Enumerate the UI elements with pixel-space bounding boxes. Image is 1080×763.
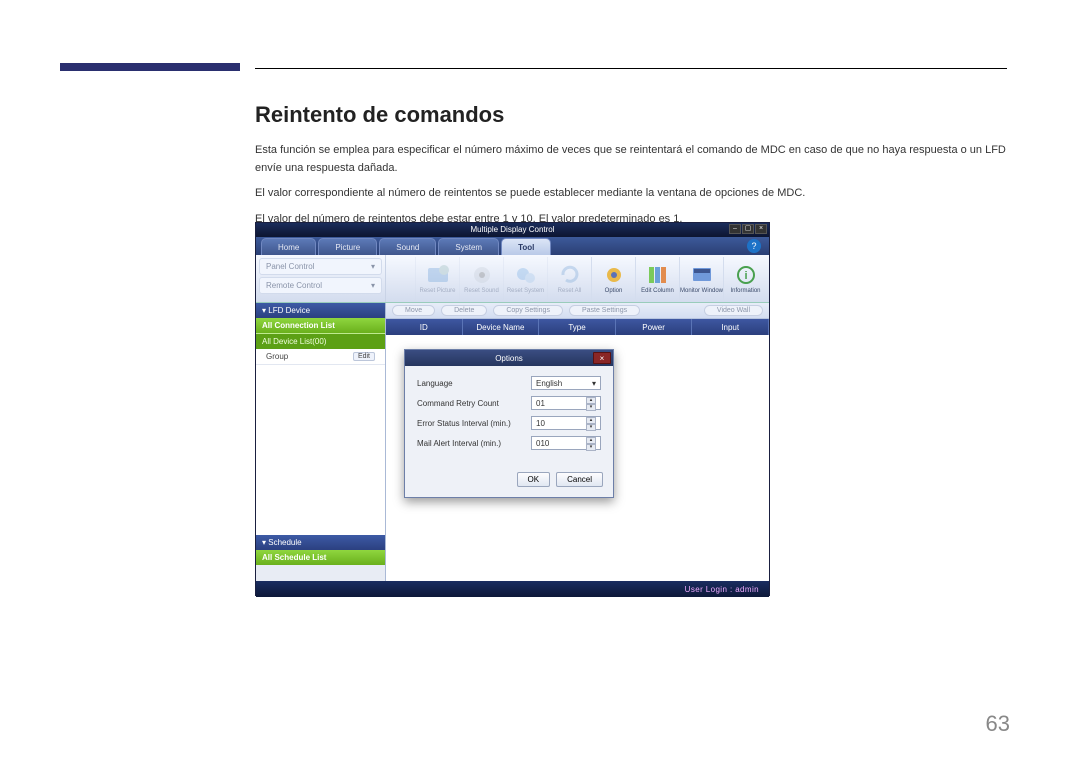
tool-option-label: Option (605, 288, 623, 294)
nav-all-schedule-list[interactable]: All Schedule List (256, 550, 385, 565)
spinner-up-icon[interactable]: ▴ (586, 397, 596, 404)
tool-reset-picture[interactable]: Reset Picture (415, 257, 459, 301)
nav-group-label: Group (266, 352, 288, 361)
tool-reset-sound[interactable]: Reset Sound (459, 257, 503, 301)
dialog-cancel-button[interactable]: Cancel (556, 472, 603, 487)
svg-text:i: i (744, 270, 747, 282)
mail-alert-interval-label: Mail Alert Interval (min.) (417, 439, 501, 448)
info-icon: i (734, 264, 758, 286)
nav-schedule-label: Schedule (268, 538, 301, 547)
tool-reset-all[interactable]: Reset All (547, 257, 591, 301)
error-status-interval-label: Error Status Interval (min.) (417, 419, 511, 428)
group-edit-button[interactable]: Edit (353, 352, 375, 361)
spinner-down-icon[interactable]: ▾ (586, 424, 596, 431)
status-bar: User Login : admin (256, 581, 769, 597)
tool-reset-picture-label: Reset Picture (419, 288, 455, 294)
side-remote-control-label: Remote Control (266, 281, 322, 290)
page-title: Reintento de comandos (255, 102, 1007, 128)
reset-sound-icon (470, 264, 494, 286)
nav-lfd-device-label: LFD Device (268, 306, 310, 315)
tab-system[interactable]: System (438, 238, 499, 255)
device-table-header: ID Device Name Type Power Input (386, 319, 769, 335)
pill-paste-settings[interactable]: Paste Settings (569, 305, 640, 316)
gear-icon (602, 264, 626, 286)
reset-system-icon (514, 264, 538, 286)
side-panel-control[interactable]: Panel Control ▾ (259, 258, 382, 275)
col-type[interactable]: Type (539, 319, 616, 335)
spinner-down-icon[interactable]: ▾ (586, 444, 596, 451)
window-close-button[interactable]: × (755, 224, 767, 234)
nav-empty-area (256, 365, 385, 535)
side-panel-control-label: Panel Control (266, 262, 314, 271)
columns-icon (646, 264, 670, 286)
mail-alert-interval-spinner[interactable]: 010 ▴▾ (531, 436, 601, 450)
tool-reset-all-label: Reset All (558, 288, 582, 294)
page-number: 63 (986, 711, 1010, 737)
mail-alert-interval-value: 010 (536, 439, 549, 448)
language-select[interactable]: English ▾ (531, 376, 601, 390)
spinner-down-icon[interactable]: ▾ (586, 404, 596, 411)
pill-delete[interactable]: Delete (441, 305, 487, 316)
monitor-icon (690, 264, 714, 286)
tool-reset-system[interactable]: Reset System (503, 257, 547, 301)
col-id[interactable]: ID (386, 319, 463, 335)
tool-edit-column-label: Edit Column (641, 288, 674, 294)
col-device-name[interactable]: Device Name (463, 319, 540, 335)
tool-reset-system-label: Reset System (507, 288, 544, 294)
window-minimize-button[interactable]: – (729, 224, 741, 234)
status-user-login: User Login : admin (685, 585, 759, 594)
error-status-interval-value: 10 (536, 419, 545, 428)
options-dialog-titlebar: Options × (405, 350, 613, 366)
command-retry-count-spinner[interactable]: 01 ▴▾ (531, 396, 601, 410)
spinner-up-icon[interactable]: ▴ (586, 417, 596, 424)
tab-sound[interactable]: Sound (379, 238, 436, 255)
command-retry-count-label: Command Retry Count (417, 399, 499, 408)
chevron-down-icon: ▾ (592, 379, 596, 388)
side-remote-control[interactable]: Remote Control ▾ (259, 277, 382, 294)
reset-picture-icon (426, 264, 450, 286)
col-power[interactable]: Power (616, 319, 693, 335)
doc-header-accent (60, 63, 240, 71)
paragraph-2: El valor correspondiente al número de re… (255, 185, 1007, 203)
tool-edit-column[interactable]: Edit Column (635, 257, 679, 301)
dialog-close-button[interactable]: × (593, 352, 611, 364)
tool-option[interactable]: Option (591, 257, 635, 301)
chevron-down-icon: ▾ (371, 281, 375, 290)
nav-group-row[interactable]: Group Edit (256, 349, 385, 365)
spinner-up-icon[interactable]: ▴ (586, 437, 596, 444)
doc-header-rule (255, 68, 1007, 69)
col-input[interactable]: Input (692, 319, 769, 335)
options-dialog-title: Options (495, 354, 523, 363)
tab-tool[interactable]: Tool (501, 238, 551, 255)
tool-monitor-window-label: Monitor Window (680, 288, 723, 294)
main-tabs: Home Picture Sound System Tool ? (256, 237, 769, 255)
reset-all-icon (558, 264, 582, 286)
nav-schedule[interactable]: ▾ Schedule (256, 535, 385, 550)
pill-video-wall[interactable]: Video Wall (704, 305, 763, 316)
tab-picture[interactable]: Picture (318, 238, 377, 255)
tool-information-label: Information (730, 288, 760, 294)
nav-lfd-device[interactable]: ▾ LFD Device (256, 303, 385, 318)
paragraph-1: Esta función se emplea para especificar … (255, 142, 1007, 177)
window-title: Multiple Display Control (470, 225, 554, 234)
pill-copy-settings[interactable]: Copy Settings (493, 305, 563, 316)
error-status-interval-spinner[interactable]: 10 ▴▾ (531, 416, 601, 430)
language-label: Language (417, 379, 453, 388)
tool-information[interactable]: i Information (723, 257, 767, 301)
nav-all-device-list[interactable]: All Device List(00) (256, 333, 385, 349)
tool-monitor-window[interactable]: Monitor Window (679, 257, 723, 301)
window-maximize-button[interactable]: ▢ (742, 224, 754, 234)
pill-move[interactable]: Move (392, 305, 435, 316)
command-retry-count-value: 01 (536, 399, 545, 408)
language-value: English (536, 379, 562, 388)
dialog-ok-button[interactable]: OK (517, 472, 551, 487)
help-button[interactable]: ? (747, 239, 761, 253)
mdc-app-window: Multiple Display Control – ▢ × Home Pict… (255, 222, 770, 596)
tab-home[interactable]: Home (261, 238, 316, 255)
tool-reset-sound-label: Reset Sound (464, 288, 499, 294)
options-dialog: Options × Language English ▾ Command Ret… (404, 349, 614, 498)
nav-all-connection-list[interactable]: All Connection List (256, 318, 385, 333)
chevron-down-icon: ▾ (371, 262, 375, 271)
window-titlebar: Multiple Display Control – ▢ × (256, 223, 769, 237)
